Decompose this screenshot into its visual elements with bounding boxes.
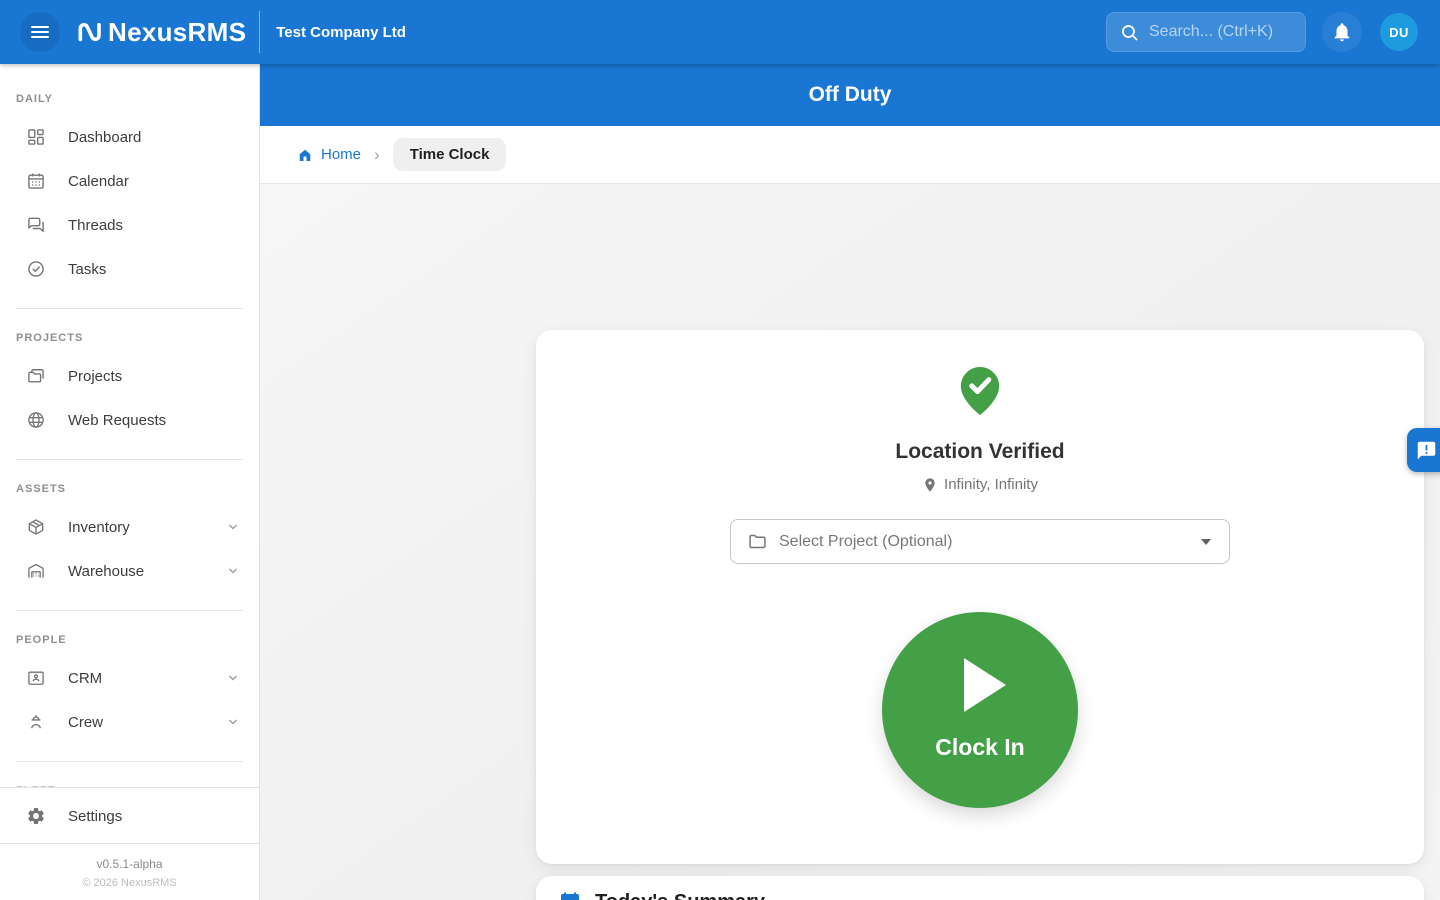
- sidebar-item-label: Projects: [68, 368, 122, 385]
- summary-calendar-icon: [558, 890, 582, 900]
- location-coordinates: Infinity, Infinity: [944, 476, 1038, 493]
- sidebar-item-inventory[interactable]: Inventory: [0, 505, 259, 549]
- location-row: Infinity, Infinity: [536, 476, 1424, 493]
- sidebar-divider: [16, 308, 243, 309]
- bell-icon: [1331, 21, 1353, 43]
- location-status-title: Location Verified: [536, 440, 1424, 464]
- chevron-down-icon: [223, 561, 243, 581]
- play-icon: [964, 658, 1006, 712]
- project-select[interactable]: Select Project (Optional): [730, 519, 1230, 564]
- app-logo[interactable]: NexusRMS: [71, 16, 246, 48]
- sidebar-item-label: Crew: [68, 714, 103, 731]
- sidebar-item-calendar[interactable]: Calendar: [0, 159, 259, 203]
- time-clock-card: Location Verified Infinity, Infinity Sel…: [536, 330, 1424, 864]
- dashboard-icon: [26, 127, 46, 147]
- chevron-down-icon: [223, 712, 243, 732]
- sidebar-settings-block: Settings: [0, 787, 259, 843]
- breadcrumb-current: Time Clock: [393, 138, 507, 171]
- sidebar-item-label: Threads: [68, 217, 123, 234]
- feedback-chat-icon: [1416, 440, 1437, 461]
- sidebar-item-label: Inventory: [68, 519, 130, 536]
- place-pin-icon: [922, 477, 938, 493]
- sidebar-item-warehouse[interactable]: Warehouse: [0, 549, 259, 593]
- header-divider: [259, 11, 260, 53]
- folder-icon: [747, 531, 768, 552]
- content-scroll-area: Location Verified Infinity, Infinity Sel…: [260, 184, 1440, 900]
- location-verified-pin-icon: [957, 363, 1003, 419]
- inventory-box-icon: [26, 517, 46, 537]
- crew-hardhat-icon: [26, 712, 46, 732]
- sidebar-item-settings[interactable]: Settings: [0, 794, 259, 838]
- sidebar-item-projects[interactable]: Projects: [0, 354, 259, 398]
- home-icon: [296, 146, 314, 164]
- copyright: © 2026 NexusRMS: [0, 877, 259, 889]
- duty-status-text: Off Duty: [809, 83, 892, 107]
- breadcrumb-home-label: Home: [321, 146, 361, 163]
- sidebar-footer: v0.5.1-alpha © 2026 NexusRMS: [0, 843, 259, 900]
- sidebar-divider: [16, 459, 243, 460]
- sidebar-item-label: Warehouse: [68, 563, 144, 580]
- breadcrumb-separator: ›: [374, 145, 380, 165]
- threads-icon: [26, 215, 46, 235]
- sidebar: DAILY Dashboard Calendar Threads Tasks P…: [0, 64, 260, 900]
- app-version: v0.5.1-alpha: [0, 857, 259, 871]
- sidebar-nav: DAILY Dashboard Calendar Threads Tasks P…: [0, 64, 259, 787]
- sidebar-item-tasks[interactable]: Tasks: [0, 247, 259, 291]
- calendar-icon: [26, 171, 46, 191]
- nexus-logo-icon: [71, 16, 103, 48]
- global-search[interactable]: [1106, 12, 1306, 52]
- hamburger-icon: [28, 20, 52, 44]
- chevron-down-icon: [223, 517, 243, 537]
- sidebar-item-crm[interactable]: CRM: [0, 656, 259, 700]
- crm-contact-card-icon: [26, 668, 46, 688]
- search-input[interactable]: [1149, 23, 1295, 41]
- search-icon: [1119, 22, 1140, 43]
- app-header: NexusRMS Test Company Ltd DU: [0, 0, 1440, 64]
- section-title-projects: PROJECTS: [16, 331, 243, 345]
- duty-status-banner: Off Duty: [260, 64, 1440, 126]
- breadcrumb: Home › Time Clock: [260, 126, 1440, 184]
- company-name: Test Company Ltd: [276, 24, 406, 41]
- sidebar-item-threads[interactable]: Threads: [0, 203, 259, 247]
- projects-folder-icon: [26, 366, 46, 386]
- main-area: Off Duty Home › Time Clock Location Veri…: [260, 64, 1440, 900]
- sidebar-item-crew[interactable]: Crew: [0, 700, 259, 744]
- project-select-placeholder: Select Project (Optional): [779, 533, 952, 551]
- clock-in-label: Clock In: [935, 734, 1024, 761]
- breadcrumb-home-link[interactable]: Home: [296, 146, 361, 164]
- section-title-people: PEOPLE: [16, 633, 243, 647]
- sidebar-divider: [16, 610, 243, 611]
- tasks-icon: [26, 259, 46, 279]
- sidebar-item-label: Web Requests: [68, 412, 166, 429]
- warehouse-icon: [26, 561, 46, 581]
- todays-summary-card: Today's Summary: [536, 876, 1424, 900]
- sidebar-item-label: Tasks: [68, 261, 106, 278]
- notifications-button[interactable]: [1322, 12, 1362, 52]
- sidebar-item-web-requests[interactable]: Web Requests: [0, 398, 259, 442]
- user-avatar[interactable]: DU: [1380, 13, 1418, 51]
- clock-in-button[interactable]: Clock In: [882, 612, 1078, 808]
- section-title-assets: ASSETS: [16, 482, 243, 496]
- sidebar-item-dashboard[interactable]: Dashboard: [0, 115, 259, 159]
- menu-button[interactable]: [20, 12, 60, 52]
- sidebar-item-label: CRM: [68, 670, 102, 687]
- chevron-down-icon: [223, 668, 243, 688]
- globe-icon: [26, 410, 46, 430]
- gear-icon: [26, 806, 46, 826]
- summary-title: Today's Summary: [595, 890, 765, 900]
- avatar-initials: DU: [1389, 25, 1409, 40]
- sidebar-item-label: Settings: [68, 808, 122, 825]
- select-caret-icon: [1201, 539, 1211, 545]
- sidebar-item-label: Calendar: [68, 173, 129, 190]
- brand-name: NexusRMS: [108, 17, 246, 48]
- content-column: Location Verified Infinity, Infinity Sel…: [536, 330, 1424, 900]
- sidebar-divider: [16, 761, 243, 762]
- section-title-daily: DAILY: [16, 92, 243, 106]
- feedback-tab-button[interactable]: [1407, 428, 1440, 472]
- header-actions: DU: [1106, 12, 1440, 52]
- sidebar-item-label: Dashboard: [68, 129, 141, 146]
